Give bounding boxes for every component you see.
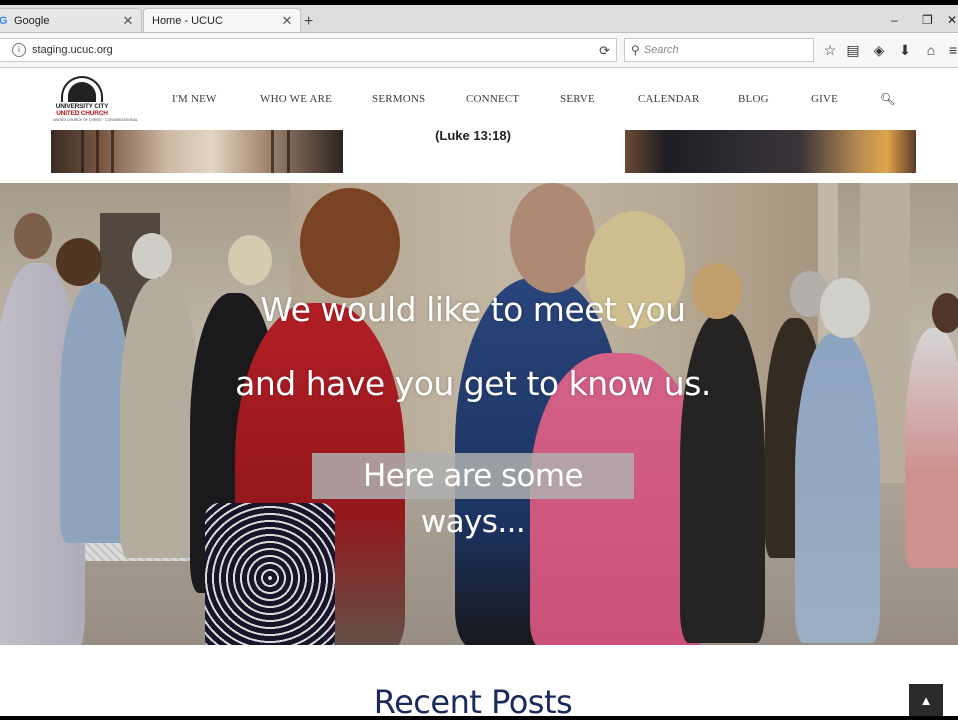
site-search-icon[interactable]: 🔍︎: [880, 92, 895, 106]
menu-item-im-new[interactable]: I'M NEW: [172, 93, 217, 105]
logo-tagline: UNITED CHURCH OF CHRIST · CONGREGATIONAL: [53, 118, 138, 122]
navigation-toolbar: i staging.ucuc.org ⟳ ⚲ Search ☆ ▤ ◈ ⬇ ⌂ …: [0, 33, 958, 68]
site-header: UNIVERSITY CITY UNITED CHURCH UNITED CHU…: [0, 68, 958, 130]
search-placeholder: Search: [643, 44, 679, 56]
close-tab-icon[interactable]: ✕: [280, 13, 294, 29]
logo-line2: UNITED CHURCH: [56, 110, 108, 117]
hero-overlay: [0, 183, 958, 645]
close-window-icon[interactable]: ✕: [947, 13, 957, 27]
hero-heading-line1: We would like to meet you: [260, 290, 686, 329]
address-bar[interactable]: i staging.ucuc.org ⟳: [0, 38, 617, 62]
logo-arch-fill: [68, 82, 96, 102]
reading-list-icon[interactable]: ▤: [845, 42, 861, 59]
menu-item-sermons[interactable]: SERMONS: [372, 93, 425, 105]
scroll-to-top-button[interactable]: ▲: [909, 684, 943, 718]
tab-title: Google: [14, 14, 50, 27]
tab-bar: G Google ✕ Home - UCUC ✕ + ‒ ❐ ✕: [0, 5, 958, 33]
info-icon[interactable]: i: [12, 43, 26, 57]
search-icon: ⚲: [631, 43, 640, 57]
logo-line1: UNIVERSITY CITY: [55, 103, 109, 110]
search-input[interactable]: ⚲ Search: [624, 38, 814, 62]
hero-heading-line2: and have you get to know us.: [235, 364, 711, 403]
menu-item-connect[interactable]: CONNECT: [466, 93, 519, 105]
close-tab-icon[interactable]: ✕: [121, 13, 135, 29]
download-icon[interactable]: ⬇: [897, 42, 913, 59]
menu-icon[interactable]: ≡: [945, 42, 958, 58]
photo-congregation-hands: [625, 130, 916, 173]
bookmark-star-icon[interactable]: ☆: [822, 42, 838, 59]
hero-ways-button[interactable]: Here are some ways...: [312, 453, 634, 540]
pocket-icon[interactable]: ◈: [871, 42, 887, 59]
reload-icon[interactable]: ⟳: [599, 43, 610, 59]
tab-home-ucuc[interactable]: Home - UCUC ✕: [143, 8, 301, 32]
menu-item-give[interactable]: GIVE: [811, 93, 838, 105]
menu-item-blog[interactable]: BLOG: [738, 93, 769, 105]
site-logo[interactable]: UNIVERSITY CITY UNITED CHURCH UNITED CHU…: [53, 73, 138, 127]
minimize-icon[interactable]: ‒: [891, 13, 898, 27]
bottom-edge: [0, 716, 958, 720]
hero-banner: We would like to meet you and have you g…: [0, 183, 958, 645]
menu-item-serve[interactable]: SERVE: [560, 93, 595, 105]
menu-item-calendar[interactable]: CALENDAR: [638, 93, 700, 105]
home-icon[interactable]: ⌂: [923, 42, 939, 58]
scripture-strip: (Luke 13:18): [0, 128, 958, 182]
google-favicon-icon: G: [0, 14, 8, 27]
tab-title: Home - UCUC: [152, 14, 223, 27]
tab-google[interactable]: G Google ✕: [0, 8, 142, 32]
url-text: staging.ucuc.org: [32, 44, 113, 56]
chevron-up-icon: ▲: [919, 693, 933, 708]
restore-icon[interactable]: ❐: [922, 13, 933, 27]
new-tab-button[interactable]: +: [304, 13, 313, 31]
menu-item-who-we-are[interactable]: WHO WE ARE: [260, 93, 332, 105]
